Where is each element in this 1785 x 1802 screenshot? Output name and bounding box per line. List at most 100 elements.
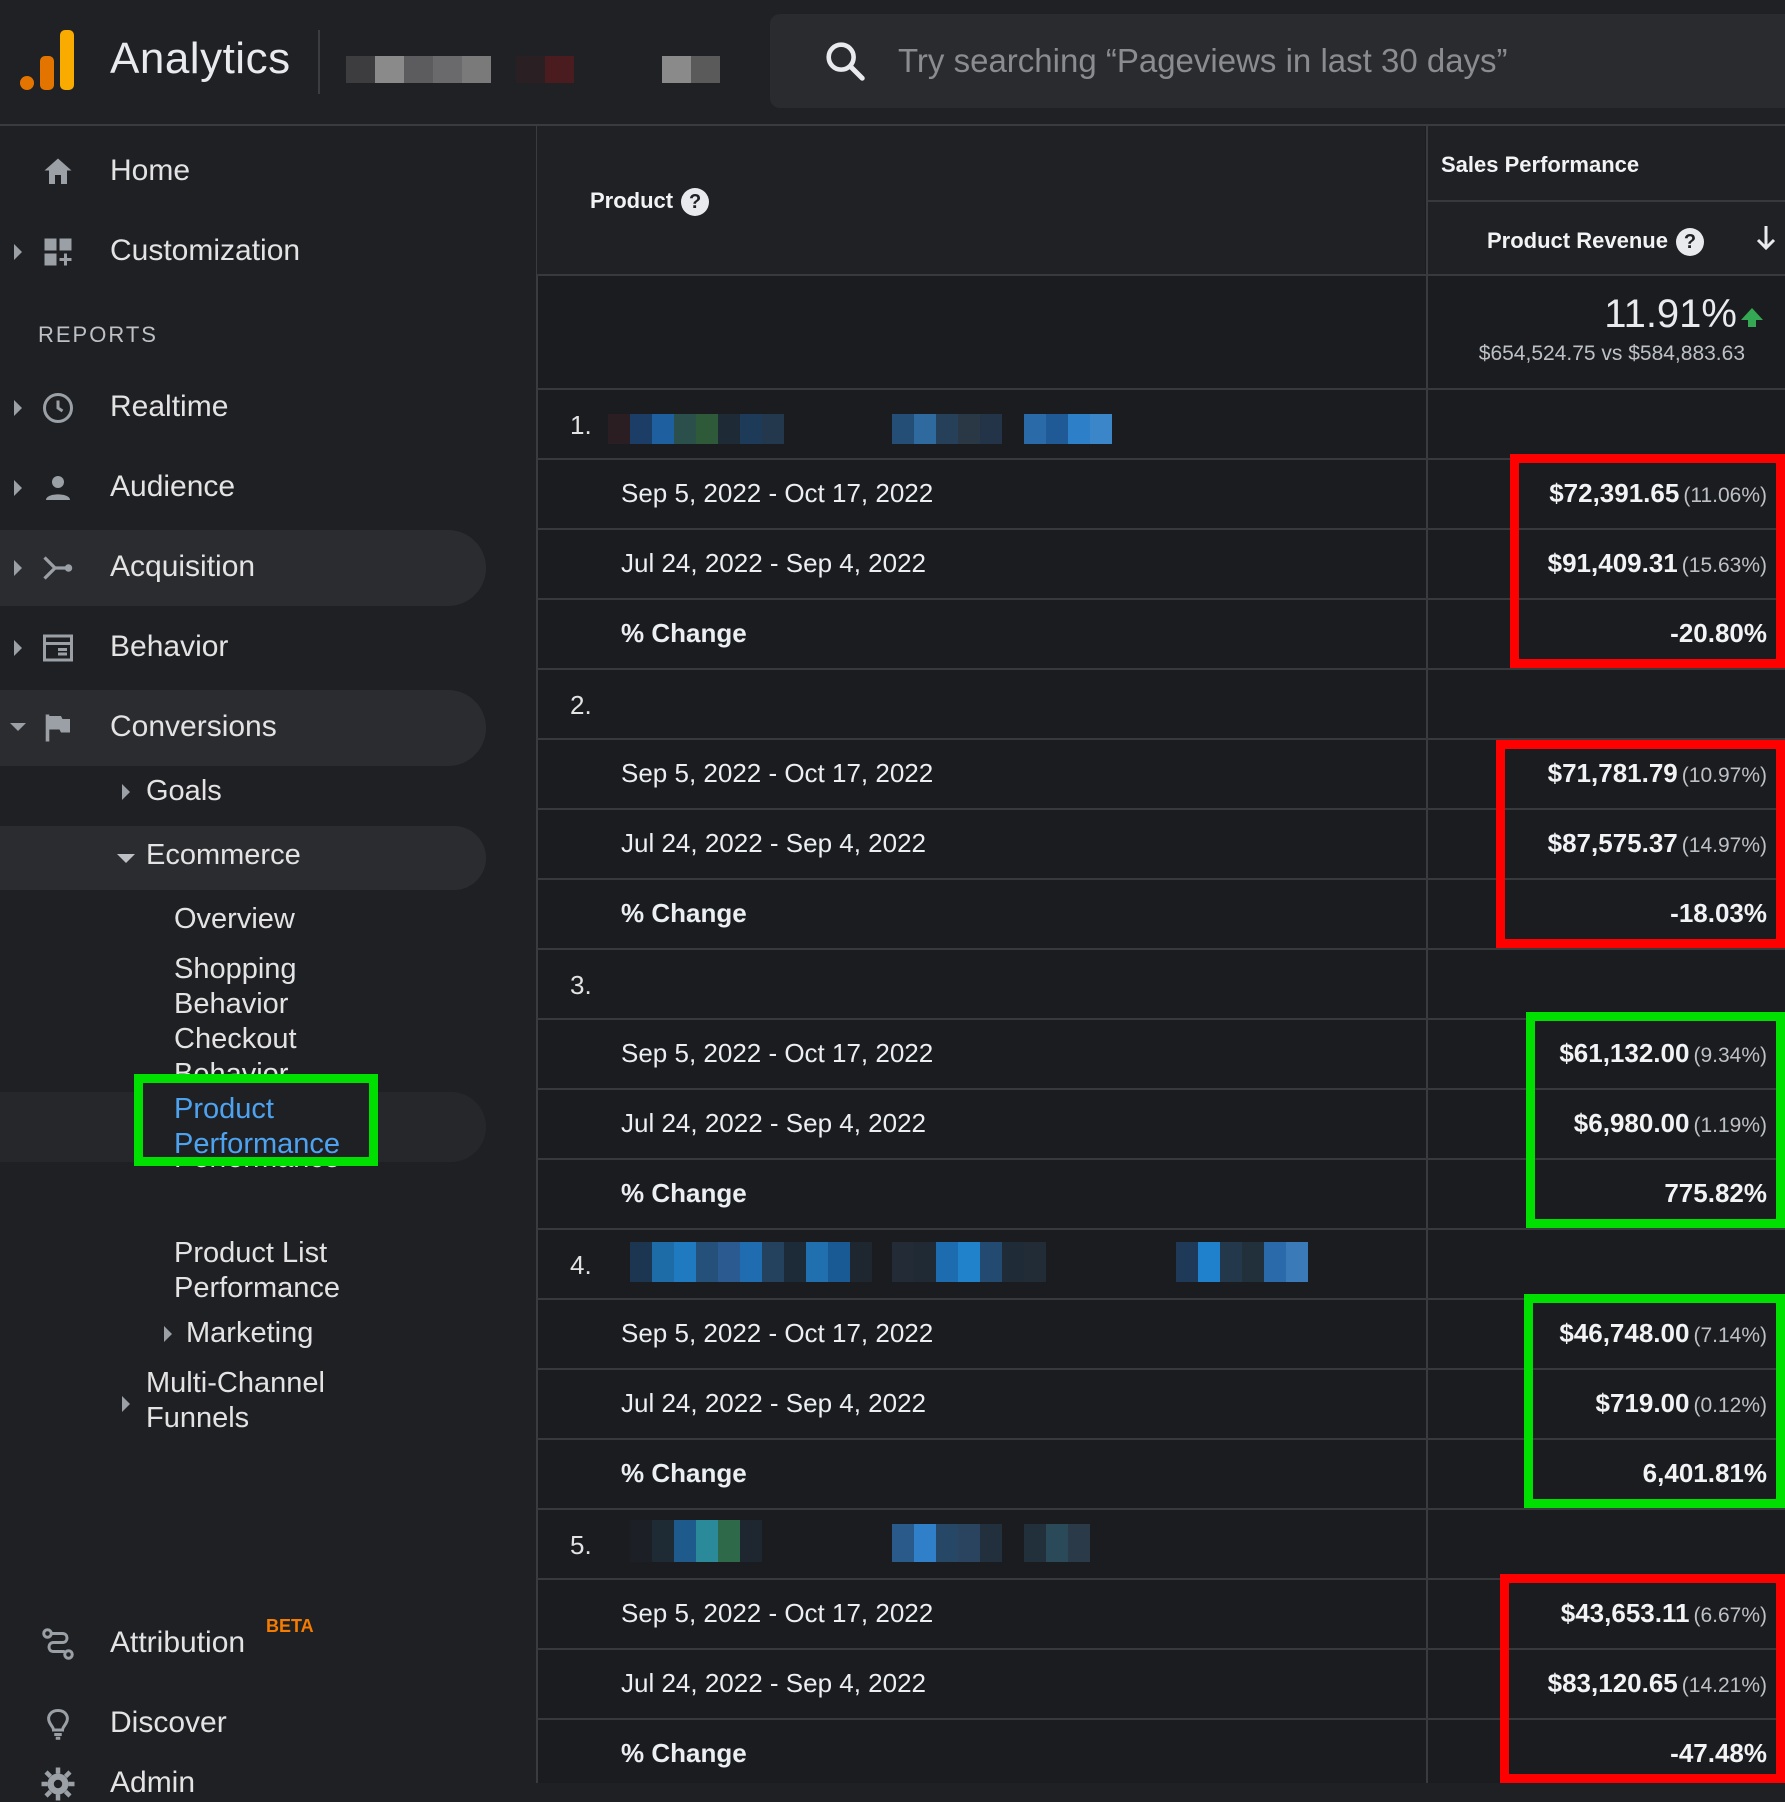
period-previous-label: Jul 24, 2022 - Sep 4, 2022	[621, 1108, 927, 1138]
nav-home-label: Home	[110, 154, 191, 187]
top-bar: Analytics Try searching “Pageviews in la…	[0, 0, 1785, 126]
period-current-label: Sep 5, 2022 - Oct 17, 2022	[621, 758, 934, 788]
row-divider	[537, 1508, 1785, 1510]
expand-caret-icon[interactable]	[14, 480, 22, 496]
property-selector[interactable]	[516, 56, 574, 110]
nav-realtime[interactable]: Realtime	[0, 370, 486, 446]
product-name-redacted[interactable]	[1176, 1242, 1308, 1282]
nav-multi-channel-funnels[interactable]: Multi-Channel Funnels	[146, 1366, 366, 1436]
product-header-label: Product	[590, 188, 674, 213]
nav-audience[interactable]: Audience	[0, 450, 486, 526]
total-comparison: $654,524.75 vs $584,883.63	[1478, 342, 1745, 365]
nav-customization-label: Customization	[110, 234, 301, 267]
percent-change-label: % Change	[621, 1738, 747, 1768]
nav-home[interactable]: Home	[0, 134, 486, 210]
product-column-header[interactable]: Product?	[590, 188, 710, 217]
period-current-label: Sep 5, 2022 - Oct 17, 2022	[621, 1318, 934, 1348]
nav-overview[interactable]: Overview	[174, 902, 295, 937]
nav-behavior-label: Behavior	[110, 630, 229, 663]
period-current-label: Sep 5, 2022 - Oct 17, 2022	[621, 478, 934, 508]
nav-audience-label: Audience	[110, 470, 236, 503]
customization-icon	[44, 238, 72, 266]
nav-conversions-label: Conversions	[110, 710, 277, 743]
period-current-label: Sep 5, 2022 - Oct 17, 2022	[621, 1038, 934, 1068]
product-revenue-header-label: Product Revenue	[1487, 228, 1668, 253]
nav-admin[interactable]: Admin	[0, 1716, 486, 1801]
person-icon	[46, 476, 70, 500]
arrow-up-stem	[1748, 319, 1756, 327]
expand-caret-icon[interactable]	[14, 400, 22, 416]
nav-shopping-behavior[interactable]: Shopping Behavior	[174, 952, 344, 1022]
highlight-box-red	[1496, 740, 1785, 948]
flag-icon	[45, 714, 70, 742]
marketing-caret-icon[interactable]	[164, 1326, 172, 1342]
goals-caret-icon[interactable]	[122, 784, 130, 800]
row-divider	[537, 668, 1785, 670]
analytics-logo-icon[interactable]	[20, 30, 76, 90]
nav-realtime-label: Realtime	[110, 390, 229, 423]
sort-descending-icon[interactable]	[1754, 224, 1778, 252]
sidebar: Home Customization REPORTS Realtime Audi…	[0, 126, 536, 1801]
period-previous-label: Jul 24, 2022 - Sep 4, 2022	[621, 548, 927, 578]
ecommerce-caret-icon[interactable]	[117, 854, 135, 863]
expand-caret-icon[interactable]	[14, 244, 22, 260]
search-icon	[826, 42, 865, 81]
row-divider	[537, 388, 1785, 390]
acquisition-icon	[43, 556, 73, 580]
app-title: Analytics	[110, 34, 291, 83]
product-name-redacted[interactable]	[892, 1242, 1046, 1282]
expand-caret-icon[interactable]	[14, 560, 22, 576]
row-divider	[537, 274, 1785, 276]
highlight-box-product-performance	[134, 1074, 378, 1166]
help-icon[interactable]: ?	[681, 188, 710, 217]
home-icon	[44, 158, 72, 184]
column-divider	[1426, 126, 1428, 1783]
highlight-box-green	[1526, 1012, 1785, 1228]
expand-caret-icon[interactable]	[14, 640, 22, 656]
nav-behavior[interactable]: Behavior	[0, 610, 486, 686]
gear-icon	[41, 1767, 75, 1801]
nav-marketing[interactable]: Marketing	[186, 1316, 313, 1351]
percent-change-label: % Change	[621, 618, 747, 648]
nav-attribution[interactable]: Attribution BETA	[0, 1606, 486, 1682]
product-name-redacted[interactable]	[892, 414, 1002, 444]
header-divider	[1428, 200, 1785, 202]
highlight-box-red	[1510, 454, 1785, 668]
highlight-box-green	[1524, 1294, 1785, 1508]
row-rank: 2.	[570, 690, 592, 720]
help-icon[interactable]: ?	[1675, 228, 1704, 257]
row-rank: 3.	[570, 970, 592, 1000]
nav-acquisition[interactable]: Acquisition	[0, 530, 486, 606]
search-box[interactable]: Try searching “Pageviews in last 30 days…	[770, 14, 1785, 108]
nav-ecommerce[interactable]: Ecommerce	[146, 838, 301, 873]
beta-badge: BETA	[266, 1616, 314, 1636]
period-previous-label: Jul 24, 2022 - Sep 4, 2022	[621, 1388, 927, 1418]
nav-customization[interactable]: Customization	[0, 214, 486, 290]
product-name-redacted[interactable]	[1024, 414, 1112, 444]
period-previous-label: Jul 24, 2022 - Sep 4, 2022	[621, 1668, 927, 1698]
product-name-redacted[interactable]	[630, 1520, 762, 1562]
total-change-value: 11.91%	[1604, 292, 1737, 336]
product-name-redacted[interactable]	[630, 1242, 872, 1282]
product-revenue-column-header[interactable]: Product Revenue?	[1487, 228, 1704, 257]
product-name-redacted[interactable]	[1024, 1524, 1090, 1562]
account-selector[interactable]	[346, 56, 491, 110]
multi-channel-caret-icon[interactable]	[122, 1396, 130, 1412]
collapse-caret-icon[interactable]	[10, 723, 26, 731]
product-name-redacted[interactable]	[608, 414, 784, 444]
percent-change-label: % Change	[621, 1178, 747, 1208]
nav-product-list-performance[interactable]: Product List Performance	[174, 1236, 374, 1306]
row-divider	[537, 1228, 1785, 1230]
nav-goals[interactable]: Goals	[146, 774, 222, 809]
row-rank: 4.	[570, 1250, 592, 1280]
product-name-redacted[interactable]	[892, 1524, 1002, 1562]
search-placeholder[interactable]: Try searching “Pageviews in last 30 days…	[898, 42, 1508, 80]
row-divider	[537, 948, 1785, 950]
nav-checkout-behavior[interactable]: Checkout Behavior	[174, 1022, 344, 1074]
behavior-icon	[43, 634, 73, 662]
view-selector[interactable]	[662, 56, 720, 110]
title-divider	[318, 30, 320, 94]
row-rank: 5.	[570, 1530, 592, 1560]
nav-conversions[interactable]: Conversions	[0, 690, 486, 766]
nav-attribution-label: Attribution	[110, 1626, 246, 1659]
